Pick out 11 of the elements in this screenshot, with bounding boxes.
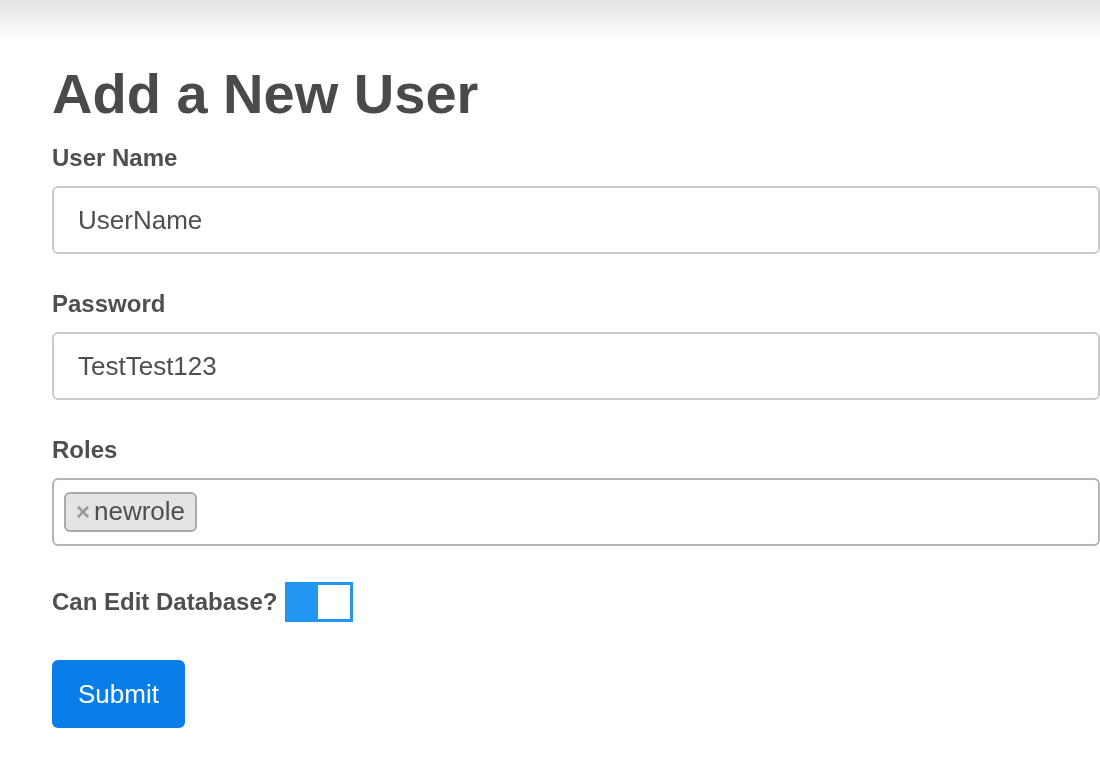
field-label: Roles <box>52 436 119 464</box>
toggle-label: Can Edit Database? <box>52 588 278 616</box>
input-field[interactable]: TestTest123 <box>52 332 1100 400</box>
field-label: User Name <box>52 144 179 172</box>
input-field[interactable]: UserName <box>52 186 1100 254</box>
tag-label: newrole <box>94 496 186 527</box>
field-label: Password <box>52 290 167 318</box>
tag-input-field[interactable]: ×newrole <box>52 478 1100 546</box>
page-title: Add a New User <box>52 66 480 122</box>
submit-button[interactable]: Submit <box>52 660 185 728</box>
toggle-switch[interactable] <box>285 582 354 622</box>
